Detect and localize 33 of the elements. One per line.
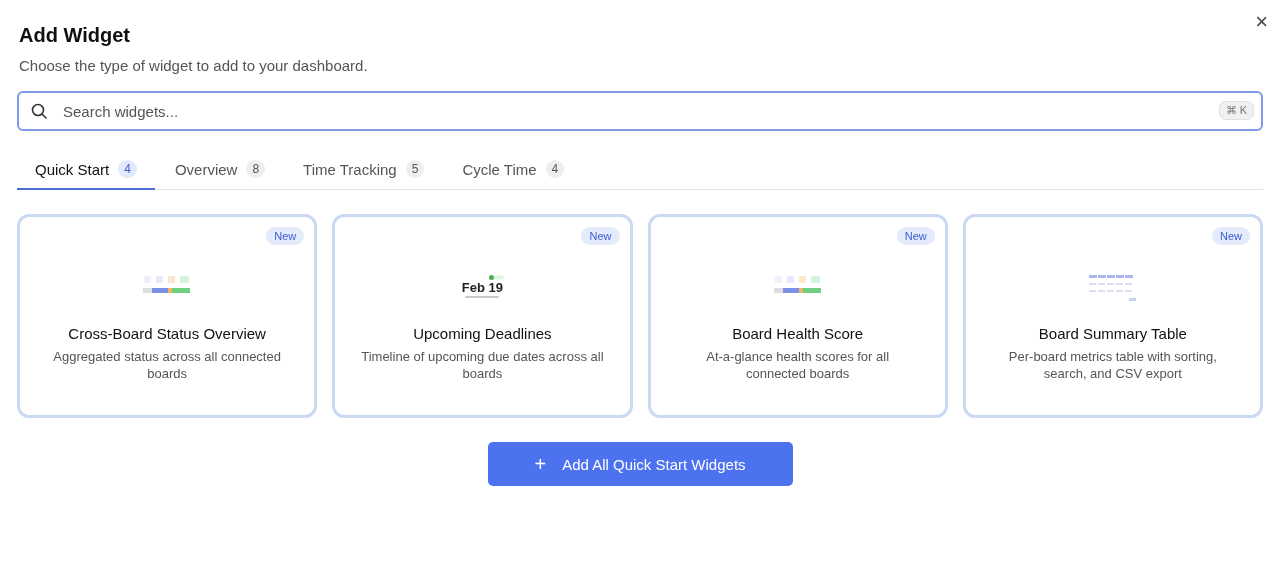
new-badge: New bbox=[896, 227, 935, 245]
table-preview-drawing bbox=[1088, 272, 1137, 302]
dialog-title: Add Widget bbox=[19, 24, 131, 47]
tab[interactable]: Cycle Time 4 bbox=[444, 155, 583, 190]
deadline-date: Feb 19 bbox=[461, 280, 503, 295]
new-badge: New bbox=[266, 227, 305, 245]
search-icon bbox=[31, 103, 47, 119]
widget-title: Cross-Board Status Overview bbox=[68, 325, 266, 342]
widget-title: Board Health Score bbox=[732, 325, 864, 342]
new-badge: New bbox=[1212, 227, 1250, 245]
widget-card[interactable]: New Cross-Board Status Overview Aggregated status across all connected boards bbox=[17, 214, 318, 418]
widget-description: Per-board metrics table with sorting, search, and CSV export bbox=[1007, 348, 1218, 382]
widget-card[interactable]: New Board Summary Table Per-board metrics table with sorting, search, and CSV export bbox=[962, 214, 1263, 418]
widget-card[interactable]: New Board Health Score At-a-glance health scores for all connected boards bbox=[647, 214, 948, 418]
widget-card[interactable]: New Feb 19 Upcoming Deadlines Timeline of upcoming due dates across all boards bbox=[332, 214, 633, 418]
tab-count: 4 bbox=[545, 160, 565, 178]
tab[interactable]: Overview 8 bbox=[156, 155, 284, 190]
tab[interactable]: Quick Start 4 bbox=[17, 155, 155, 190]
status-dot-icon bbox=[488, 275, 504, 280]
add-all-button[interactable]: + Add All Quick Start Widgets bbox=[487, 442, 793, 486]
widget-description: At-a-glance health scores for all connected boards bbox=[705, 348, 891, 382]
widget-description: Timeline of upcoming due dates across all boards bbox=[360, 348, 605, 382]
new-badge: New bbox=[581, 227, 620, 245]
widget-description: Aggregated status across all connected boards bbox=[52, 348, 282, 382]
dialog-subtitle: Choose the type of widget to add to your dashboard. bbox=[19, 57, 368, 74]
tab-count: 5 bbox=[405, 160, 425, 178]
tab-count: 4 bbox=[118, 160, 137, 178]
tab[interactable]: Time Tracking 5 bbox=[285, 155, 443, 190]
close-button[interactable]: × bbox=[1251, 10, 1272, 34]
widget-title: Board Summary Table bbox=[1038, 325, 1187, 342]
tab-count: 8 bbox=[246, 160, 266, 178]
timeline-bar-icon bbox=[465, 295, 500, 299]
widget-title: Upcoming Deadlines bbox=[413, 325, 552, 342]
